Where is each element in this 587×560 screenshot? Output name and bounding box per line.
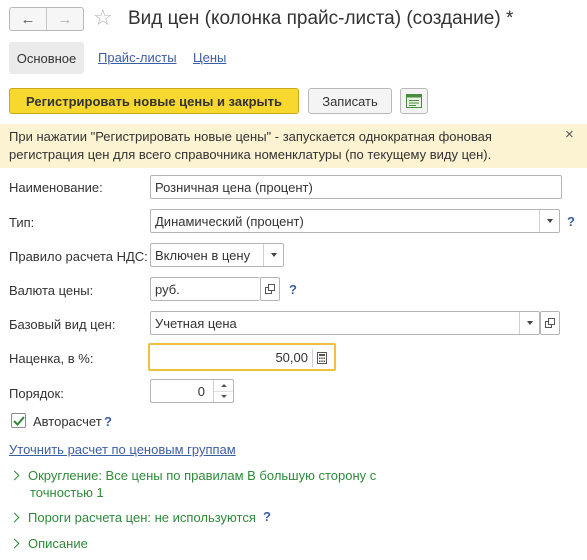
type-label: Тип: bbox=[9, 215, 35, 230]
chevron-down-icon bbox=[546, 219, 553, 223]
chevron-down-icon bbox=[270, 253, 277, 257]
open-icon bbox=[545, 318, 555, 328]
stepper-down-icon[interactable] bbox=[214, 392, 233, 403]
calculator-icon bbox=[316, 352, 327, 364]
chevron-right-icon bbox=[9, 512, 20, 523]
vat-rule-label: Правило расчета НДС: bbox=[9, 249, 148, 264]
type-select[interactable]: Динамический (процент) bbox=[150, 209, 560, 233]
markup-value: 50,00 bbox=[275, 349, 308, 365]
autocalc-checkbox[interactable] bbox=[11, 413, 26, 428]
markup-field[interactable]: 50,00 bbox=[148, 343, 336, 371]
tab-main[interactable]: Основное bbox=[9, 42, 84, 74]
stepper-up-icon[interactable] bbox=[214, 380, 233, 392]
base-price-label: Базовый вид цен: bbox=[9, 317, 116, 332]
vat-rule-value: Включен в цену bbox=[155, 247, 251, 263]
rounding-section[interactable]: Округление: Все цены по правилам В больш… bbox=[9, 467, 377, 484]
thresholds-help-icon[interactable]: ? bbox=[263, 509, 271, 524]
markup-label: Наценка, в %: bbox=[9, 351, 94, 366]
back-button[interactable]: ← bbox=[10, 8, 46, 30]
checkmark-icon bbox=[12, 415, 25, 426]
close-icon[interactable]: × bbox=[565, 126, 574, 143]
chevron-down-icon bbox=[526, 321, 533, 325]
info-text: При нажатии "Регистрировать новые цены" … bbox=[9, 129, 492, 162]
vat-rule-select[interactable]: Включен в цену bbox=[150, 243, 284, 267]
forward-button[interactable]: → bbox=[46, 8, 83, 30]
type-dropdown-button[interactable] bbox=[539, 210, 559, 232]
tab-price-lists[interactable]: Прайс-листы bbox=[98, 50, 177, 65]
navigation-buttons: ← → bbox=[9, 7, 84, 31]
currency-help-icon[interactable]: ? bbox=[289, 282, 297, 297]
arrow-right-icon: → bbox=[57, 10, 73, 28]
window-title: Вид цен (колонка прайс-листа) (создание)… bbox=[128, 8, 514, 29]
open-icon bbox=[265, 284, 275, 294]
order-label: Порядок: bbox=[9, 386, 64, 401]
rounding-line2: точностью 1 bbox=[30, 485, 104, 500]
chevron-right-icon bbox=[9, 470, 20, 481]
order-field[interactable]: 0 bbox=[150, 379, 234, 403]
currency-open-button[interactable] bbox=[260, 277, 280, 301]
save-button[interactable]: Записать bbox=[308, 88, 392, 114]
base-price-dropdown-button[interactable] bbox=[519, 312, 539, 334]
thresholds-label: Пороги расчета цен: не используются bbox=[28, 510, 256, 525]
type-value: Динамический (процент) bbox=[155, 213, 304, 229]
calculator-button[interactable] bbox=[312, 349, 330, 367]
base-price-value: Учетная цена bbox=[155, 315, 237, 331]
type-help-icon[interactable]: ? bbox=[567, 214, 575, 229]
autocalc-help-icon[interactable]: ? bbox=[104, 414, 112, 429]
autocalc-label: Авторасчет bbox=[33, 414, 102, 429]
base-price-select[interactable]: Учетная цена bbox=[150, 311, 540, 335]
order-stepper[interactable] bbox=[213, 380, 233, 402]
star-icon[interactable]: ☆ bbox=[93, 6, 113, 30]
currency-field[interactable]: руб. bbox=[150, 277, 260, 301]
name-label: Наименование: bbox=[9, 180, 103, 195]
register-prices-and-close-button[interactable]: Регистрировать новые цены и закрыть bbox=[9, 88, 299, 114]
thresholds-section[interactable]: Пороги расчета цен: не используются bbox=[9, 509, 256, 526]
currency-label: Валюта цены: bbox=[9, 283, 94, 298]
table-report-icon bbox=[406, 94, 422, 108]
chevron-right-icon bbox=[9, 538, 20, 549]
order-value: 0 bbox=[197, 383, 205, 399]
base-price-open-button[interactable] bbox=[540, 311, 560, 335]
description-section[interactable]: Описание bbox=[9, 535, 88, 552]
description-label: Описание bbox=[28, 536, 88, 551]
refine-by-price-groups-link[interactable]: Уточнить расчет по ценовым группам bbox=[9, 442, 236, 457]
vat-rule-dropdown-button[interactable] bbox=[263, 244, 283, 266]
report-button[interactable] bbox=[400, 88, 428, 114]
tab-prices[interactable]: Цены bbox=[193, 50, 226, 65]
name-field[interactable]: Розничная цена (процент) bbox=[150, 175, 562, 199]
arrow-left-icon: ← bbox=[20, 10, 36, 28]
rounding-line1: Округление: Все цены по правилам В больш… bbox=[28, 468, 377, 483]
